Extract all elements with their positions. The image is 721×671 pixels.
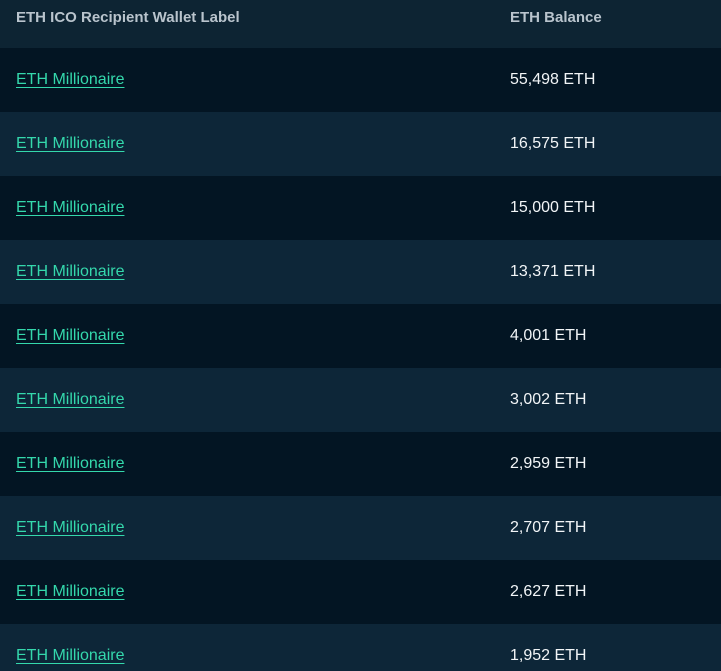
table-row: ETH Millionaire 2,627 ETH [0, 560, 721, 624]
table-row: ETH Millionaire 1,952 ETH [0, 624, 721, 671]
table-header: ETH ICO Recipient Wallet Label ETH Balan… [0, 0, 721, 48]
eth-balance-cell: 2,627 ETH [510, 583, 587, 600]
wallet-label-link[interactable]: ETH Millionaire [16, 263, 124, 280]
eth-balance-cell: 2,959 ETH [510, 455, 587, 472]
column-header-eth-balance: ETH Balance [510, 9, 602, 26]
wallet-label-link[interactable]: ETH Millionaire [16, 647, 124, 664]
eth-balance-cell: 15,000 ETH [510, 199, 596, 216]
table-row: ETH Millionaire 4,001 ETH [0, 304, 721, 368]
eth-balance-cell: 55,498 ETH [510, 71, 596, 88]
wallet-label-link[interactable]: ETH Millionaire [16, 519, 124, 536]
wallet-label-link[interactable]: ETH Millionaire [16, 583, 124, 600]
table-row: ETH Millionaire 15,000 ETH [0, 176, 721, 240]
wallet-label-link[interactable]: ETH Millionaire [16, 199, 124, 216]
wallet-label-link[interactable]: ETH Millionaire [16, 391, 124, 408]
eth-balance-cell: 2,707 ETH [510, 519, 587, 536]
table-row: ETH Millionaire 3,002 ETH [0, 368, 721, 432]
column-header-wallet-label: ETH ICO Recipient Wallet Label [16, 9, 240, 26]
eth-balance-cell: 16,575 ETH [510, 135, 596, 152]
table-row: ETH Millionaire 55,498 ETH [0, 48, 721, 112]
table-row: ETH Millionaire 2,707 ETH [0, 496, 721, 560]
eth-balance-cell: 3,002 ETH [510, 391, 587, 408]
eth-balance-cell: 4,001 ETH [510, 327, 587, 344]
wallet-label-link[interactable]: ETH Millionaire [16, 135, 124, 152]
wallet-label-link[interactable]: ETH Millionaire [16, 71, 124, 88]
eth-balance-cell: 13,371 ETH [510, 263, 596, 280]
table-row: ETH Millionaire 13,371 ETH [0, 240, 721, 304]
eth-balance-cell: 1,952 ETH [510, 647, 587, 664]
table-row: ETH Millionaire 16,575 ETH [0, 112, 721, 176]
wallet-table: ETH ICO Recipient Wallet Label ETH Balan… [0, 0, 721, 671]
table-row: ETH Millionaire 2,959 ETH [0, 432, 721, 496]
wallet-label-link[interactable]: ETH Millionaire [16, 327, 124, 344]
wallet-label-link[interactable]: ETH Millionaire [16, 455, 124, 472]
